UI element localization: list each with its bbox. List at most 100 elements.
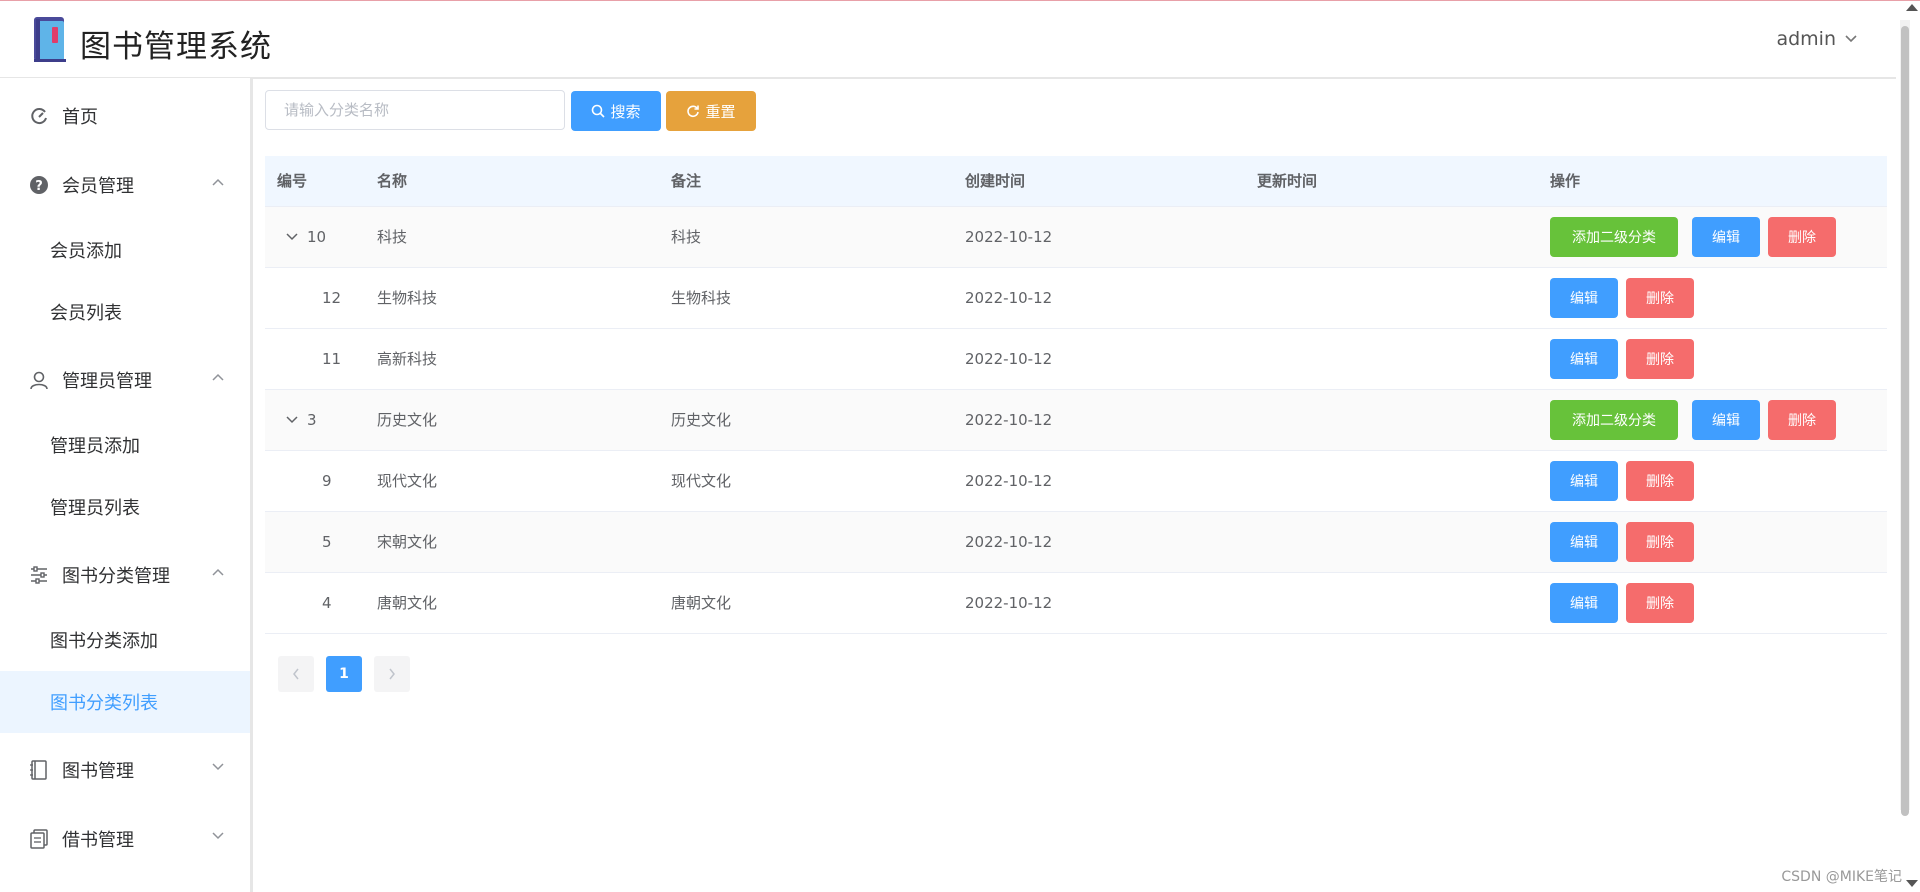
cell-created: 2022-10-12 xyxy=(965,350,1053,368)
app-header: 图书管理系统 admin xyxy=(0,1,1896,79)
reset-button[interactable]: 重置 xyxy=(666,91,756,131)
chevron-left-icon xyxy=(293,668,299,680)
cell-name: 历史文化 xyxy=(377,411,438,429)
column-header-actions: 操作 xyxy=(1550,172,1581,190)
cell-remark: 科技 xyxy=(671,228,702,246)
edit-button[interactable]: 编辑 xyxy=(1550,522,1618,562)
watermark: CSDN @MIKE笔记 xyxy=(1781,869,1902,885)
cell-remark: 历史文化 xyxy=(671,411,732,429)
cell-id: 10 xyxy=(307,228,327,246)
category-search-input[interactable] xyxy=(265,90,565,130)
chevron-down-icon xyxy=(212,763,224,771)
cell-name: 宋朝文化 xyxy=(377,533,438,551)
document-copy-icon xyxy=(28,828,50,850)
delete-button[interactable]: 删除 xyxy=(1626,339,1694,379)
sliders-icon xyxy=(28,564,50,586)
chevron-up-icon xyxy=(212,373,224,381)
menu-book-label: 图书管理 xyxy=(62,761,134,782)
reset-button-label: 重置 xyxy=(705,102,736,121)
cell-name: 唐朝文化 xyxy=(377,594,438,612)
table-row: 4 唐朝文化 唐朝文化 2022-10-12 编辑 删除 xyxy=(265,573,1887,634)
cell-id: 9 xyxy=(322,472,332,490)
sidebar: 首页 ? 会员管理 会员添加 会员列表 管理员管理 管理员添加 管理员列表 图书… xyxy=(0,78,253,892)
user-menu[interactable]: admin xyxy=(1776,28,1858,50)
delete-button[interactable]: 删除 xyxy=(1768,400,1836,440)
menu-borrow-label: 借书管理 xyxy=(62,830,134,851)
edit-button[interactable]: 编辑 xyxy=(1692,217,1760,257)
next-page-button[interactable] xyxy=(374,656,410,692)
page-number[interactable]: 1 xyxy=(326,656,362,692)
cell-name: 科技 xyxy=(377,228,408,246)
table-row: 11 高新科技 2022-10-12 编辑 删除 xyxy=(265,329,1887,390)
delete-button[interactable]: 删除 xyxy=(1626,278,1694,318)
main-content: 搜索 重置 编号 名称 备注 创建时间 更新时间 操作 10 科技 科技 202… xyxy=(253,78,1896,892)
dashboard-icon xyxy=(28,105,50,127)
delete-button[interactable]: 删除 xyxy=(1768,217,1836,257)
book-logo-icon xyxy=(34,17,66,62)
chevron-up-icon xyxy=(212,568,224,576)
table-row: 9 现代文化 现代文化 2022-10-12 编辑 删除 xyxy=(265,451,1887,512)
pagination: 1 xyxy=(278,656,410,692)
menu-member-label: 会员管理 xyxy=(62,176,134,197)
sidebar-item-category-list[interactable]: 图书分类列表 xyxy=(0,671,250,733)
expand-arrow-icon[interactable] xyxy=(285,230,299,244)
column-header-updated: 更新时间 xyxy=(1257,172,1318,190)
search-button[interactable]: 搜索 xyxy=(571,91,661,131)
scroll-down-arrow-icon[interactable] xyxy=(1906,880,1918,887)
delete-button[interactable]: 删除 xyxy=(1626,583,1694,623)
add-subcategory-button[interactable]: 添加二级分类 xyxy=(1550,217,1678,257)
cell-created: 2022-10-12 xyxy=(965,289,1053,307)
cell-id: 12 xyxy=(322,289,342,307)
delete-button[interactable]: 删除 xyxy=(1626,461,1694,501)
menu-home[interactable]: 首页 xyxy=(0,85,250,147)
table-row: 10 科技 科技 2022-10-12 添加二级分类 编辑 删除 xyxy=(265,207,1887,268)
menu-member[interactable]: ? 会员管理 xyxy=(0,154,250,216)
sidebar-item-member-list[interactable]: 会员列表 xyxy=(0,281,250,343)
menu-book[interactable]: 图书管理 xyxy=(0,739,250,801)
cell-created: 2022-10-12 xyxy=(965,533,1053,551)
scroll-up-arrow-icon[interactable] xyxy=(1906,4,1918,11)
delete-button[interactable]: 删除 xyxy=(1626,522,1694,562)
sidebar-item-category-add[interactable]: 图书分类添加 xyxy=(0,609,250,671)
cell-created: 2022-10-12 xyxy=(965,228,1053,246)
category-table: 编号 名称 备注 创建时间 更新时间 操作 10 科技 科技 2022-10-1… xyxy=(265,156,1887,634)
sidebar-item-admin-add[interactable]: 管理员添加 xyxy=(0,414,250,476)
sidebar-item-member-add[interactable]: 会员添加 xyxy=(0,219,250,281)
table-header: 编号 名称 备注 创建时间 更新时间 操作 xyxy=(265,156,1887,207)
table-row: 3 历史文化 历史文化 2022-10-12 添加二级分类 编辑 删除 xyxy=(265,390,1887,451)
vertical-scrollbar[interactable] xyxy=(1900,20,1910,816)
edit-button[interactable]: 编辑 xyxy=(1550,339,1618,379)
cell-id: 11 xyxy=(322,350,342,368)
refresh-icon xyxy=(687,105,700,118)
app-title: 图书管理系统 xyxy=(80,29,272,65)
menu-category-label: 图书分类管理 xyxy=(62,566,170,587)
search-icon xyxy=(592,104,606,118)
edit-button[interactable]: 编辑 xyxy=(1692,400,1760,440)
edit-button[interactable]: 编辑 xyxy=(1550,278,1618,318)
search-button-label: 搜索 xyxy=(610,102,641,121)
prev-page-button[interactable] xyxy=(278,656,314,692)
scrollbar-thumb[interactable] xyxy=(1901,26,1909,816)
table-row: 12 生物科技 生物科技 2022-10-12 编辑 删除 xyxy=(265,268,1887,329)
chevron-up-icon xyxy=(212,178,224,186)
question-circle-icon: ? xyxy=(28,174,50,196)
expand-arrow-icon[interactable] xyxy=(285,413,299,427)
edit-button[interactable]: 编辑 xyxy=(1550,461,1618,501)
menu-borrow[interactable]: 借书管理 xyxy=(0,808,250,870)
edit-button[interactable]: 编辑 xyxy=(1550,583,1618,623)
menu-category[interactable]: 图书分类管理 xyxy=(0,544,250,606)
chevron-right-icon xyxy=(389,668,395,680)
column-header-name: 名称 xyxy=(377,172,408,190)
cell-created: 2022-10-12 xyxy=(965,411,1053,429)
cell-name: 高新科技 xyxy=(377,350,438,368)
sidebar-item-admin-list[interactable]: 管理员列表 xyxy=(0,476,250,538)
add-subcategory-button[interactable]: 添加二级分类 xyxy=(1550,400,1678,440)
column-header-remark: 备注 xyxy=(671,172,702,190)
table-row: 5 宋朝文化 2022-10-12 编辑 删除 xyxy=(265,512,1887,573)
cell-remark: 唐朝文化 xyxy=(671,594,732,612)
menu-admin[interactable]: 管理员管理 xyxy=(0,349,250,411)
cell-created: 2022-10-12 xyxy=(965,472,1053,490)
cell-name: 生物科技 xyxy=(377,289,438,307)
column-header-created: 创建时间 xyxy=(965,172,1026,190)
cell-remark: 生物科技 xyxy=(671,289,732,307)
